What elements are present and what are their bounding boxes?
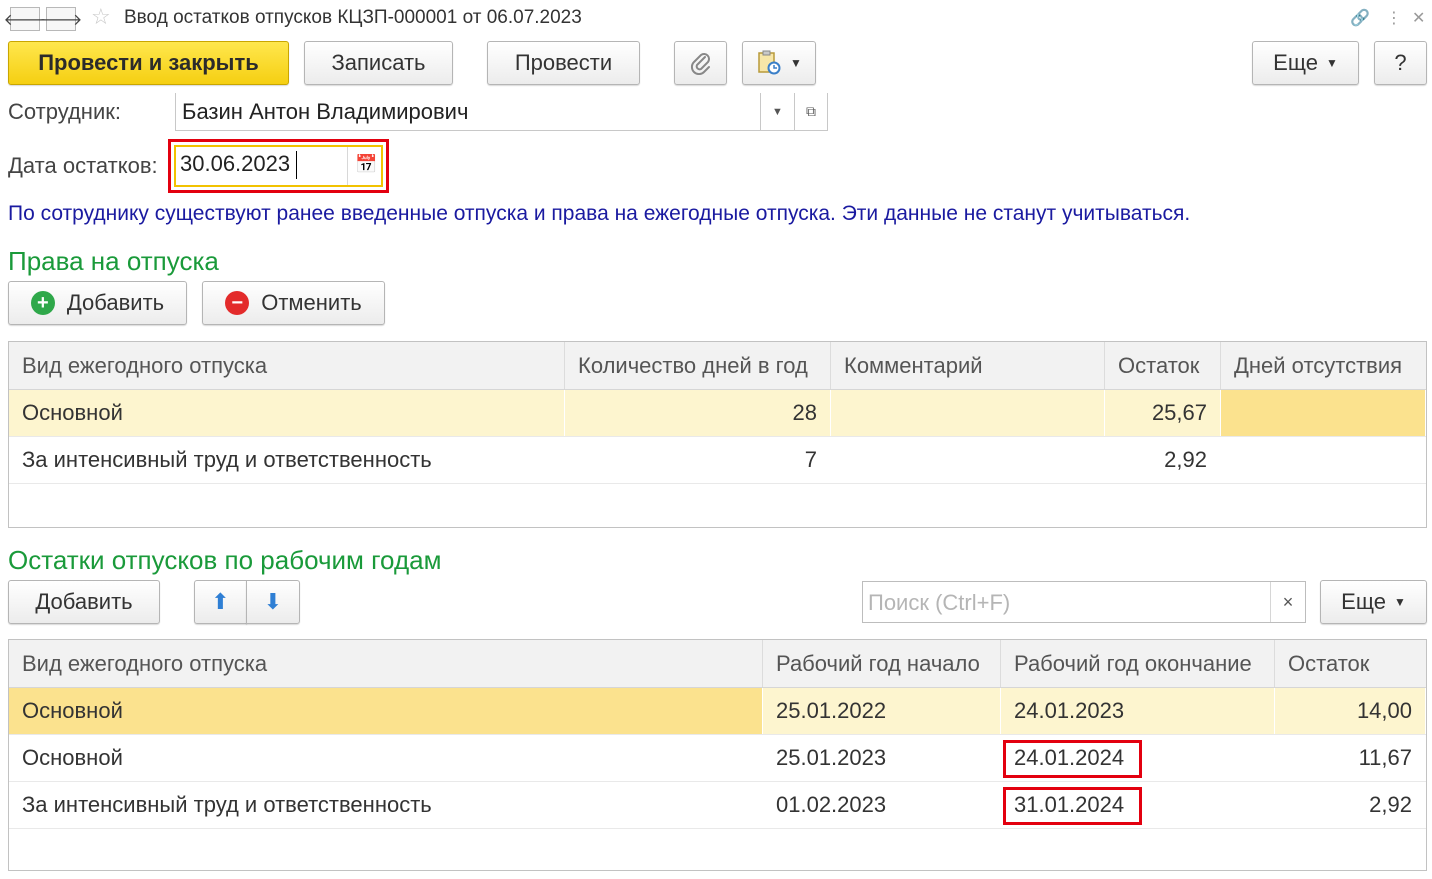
more-label: Еще xyxy=(1273,50,1318,75)
rights-cancel-label: Отменить xyxy=(261,290,362,315)
column-header[interactable]: Комментарий xyxy=(831,342,1105,389)
back-button[interactable]: 🡐 xyxy=(4,7,46,31)
cell-remaining[interactable]: 11,67 xyxy=(1275,735,1426,781)
cell-type[interactable]: Основной xyxy=(9,688,763,734)
cell-days[interactable]: 7 xyxy=(565,437,831,483)
rights-add-label: Добавить xyxy=(66,290,165,315)
kebab-menu-icon[interactable]: ⋮ xyxy=(1386,8,1402,28)
employee-dropdown-button[interactable]: ▼ xyxy=(760,93,794,131)
document-report-icon xyxy=(758,50,781,75)
column-header[interactable]: Вид ежегодного отпуска xyxy=(9,342,565,389)
balances-section-title: Остатки отпусков по рабочим годам xyxy=(8,545,442,575)
chevron-down-icon: ▼ xyxy=(1393,595,1406,609)
more-button[interactable]: Еще ▼ xyxy=(1252,41,1359,85)
star-icon[interactable]: ☆ xyxy=(91,4,111,30)
move-up-button[interactable]: ⬆ xyxy=(194,580,247,624)
post-and-close-button[interactable]: Провести и закрыть xyxy=(8,41,289,85)
cell-type[interactable]: За интенсивный труд и ответственность xyxy=(9,782,763,828)
arrow-down-icon: ⬇ xyxy=(263,589,283,614)
cell-remaining[interactable]: 14,00 xyxy=(1275,688,1426,734)
open-window-icon: ⧉ xyxy=(806,103,816,119)
column-header[interactable]: Остаток xyxy=(1275,640,1426,687)
cell-absent[interactable] xyxy=(1221,437,1426,483)
employee-label: Сотрудник: xyxy=(8,99,121,124)
attach-button[interactable] xyxy=(674,41,727,85)
table-row[interactable]: Основной 28 25,67 xyxy=(9,390,1426,437)
info-message: По сотруднику существуют ранее введенные… xyxy=(8,202,1191,225)
highlight-box xyxy=(1003,787,1142,825)
balances-add-button[interactable]: Добавить xyxy=(8,580,160,624)
move-down-button[interactable]: ⬇ xyxy=(246,580,300,624)
cell-type[interactable]: Основной xyxy=(9,735,763,781)
arrow-right-icon: 🡒 xyxy=(39,11,83,29)
column-header[interactable]: Рабочий год окончание xyxy=(1001,640,1275,687)
table-row[interactable]: Основной 25.01.2022 24.01.2023 14,00 xyxy=(9,688,1426,735)
link-icon[interactable]: 🔗 xyxy=(1350,8,1370,28)
cell-type[interactable]: За интенсивный труд и ответственность xyxy=(9,437,565,483)
column-header[interactable]: Вид ежегодного отпуска xyxy=(9,640,763,687)
rights-cancel-button[interactable]: − Отменить xyxy=(202,281,385,325)
cell-comment[interactable] xyxy=(831,390,1105,436)
cell-start[interactable]: 25.01.2023 xyxy=(763,735,1001,781)
employee-field[interactable]: Базин Антон Владимирович xyxy=(175,93,760,131)
more-label: Еще xyxy=(1341,589,1386,614)
date-label: Дата остатков: xyxy=(8,153,158,178)
cell-remaining[interactable]: 2,92 xyxy=(1105,437,1221,483)
rights-table[interactable]: Вид ежегодного отпуска Количество дней в… xyxy=(8,341,1427,528)
close-icon[interactable]: ✕ xyxy=(1412,8,1425,28)
forward-button[interactable]: 🡒 xyxy=(40,7,82,31)
table-row[interactable]: Основной 25.01.2023 24.01.2024 11,67 xyxy=(9,735,1426,782)
column-header[interactable]: Дней отсутствия xyxy=(1221,342,1426,389)
employee-open-button[interactable]: ⧉ xyxy=(794,93,828,131)
cell-absent[interactable] xyxy=(1221,390,1426,436)
cell-comment[interactable] xyxy=(831,437,1105,483)
cell-type[interactable]: Основной xyxy=(9,390,565,436)
minus-circle-icon: − xyxy=(225,291,250,315)
cell-remaining[interactable]: 25,67 xyxy=(1105,390,1221,436)
highlight-box xyxy=(1003,740,1142,778)
cell-remaining[interactable]: 2,92 xyxy=(1275,782,1426,828)
rights-add-button[interactable]: + Добавить xyxy=(8,281,187,325)
cell-start[interactable]: 01.02.2023 xyxy=(763,782,1001,828)
chevron-down-icon: ▼ xyxy=(790,56,802,70)
balances-table-header: Вид ежегодного отпуска Рабочий год начал… xyxy=(9,640,1426,688)
balances-more-button[interactable]: Еще ▼ xyxy=(1320,580,1427,624)
column-header[interactable]: Остаток xyxy=(1105,342,1221,389)
chevron-down-icon: ▼ xyxy=(1325,56,1338,70)
chevron-down-icon: ▼ xyxy=(772,105,783,118)
window-title: Ввод остатков отпусков КЦЗП-000001 от 06… xyxy=(124,7,582,28)
date-separator xyxy=(347,147,348,185)
save-button[interactable]: Записать xyxy=(304,41,453,85)
cell-days[interactable]: 28 xyxy=(565,390,831,436)
table-row[interactable]: За интенсивный труд и ответственность 01… xyxy=(9,782,1426,829)
balances-table[interactable]: Вид ежегодного отпуска Рабочий год начал… xyxy=(8,639,1427,871)
table-row[interactable]: За интенсивный труд и ответственность 7 … xyxy=(9,437,1426,484)
rights-section-title: Права на отпуска xyxy=(8,246,219,276)
close-icon: × xyxy=(1282,591,1294,612)
help-button[interactable]: ? xyxy=(1374,41,1427,85)
post-button[interactable]: Провести xyxy=(487,41,640,85)
text-cursor xyxy=(296,151,297,179)
column-header[interactable]: Количество дней в год xyxy=(565,342,831,389)
paperclip-icon xyxy=(690,53,710,75)
plus-circle-icon: + xyxy=(30,291,55,315)
search-placeholder: Поиск (Ctrl+F) xyxy=(868,590,1011,615)
date-value: 30.06.2023 xyxy=(180,151,291,176)
arrow-up-icon: ⬆ xyxy=(211,589,230,614)
calendar-icon[interactable]: 📅 xyxy=(355,154,377,175)
cell-start[interactable]: 25.01.2022 xyxy=(763,688,1001,734)
report-dropdown-button[interactable]: ▼ xyxy=(742,41,816,85)
search-clear-button[interactable]: × xyxy=(1270,582,1305,622)
cell-end[interactable]: 24.01.2023 xyxy=(1001,688,1275,734)
rights-table-header: Вид ежегодного отпуска Количество дней в… xyxy=(9,342,1426,390)
column-header[interactable]: Рабочий год начало xyxy=(763,640,1001,687)
